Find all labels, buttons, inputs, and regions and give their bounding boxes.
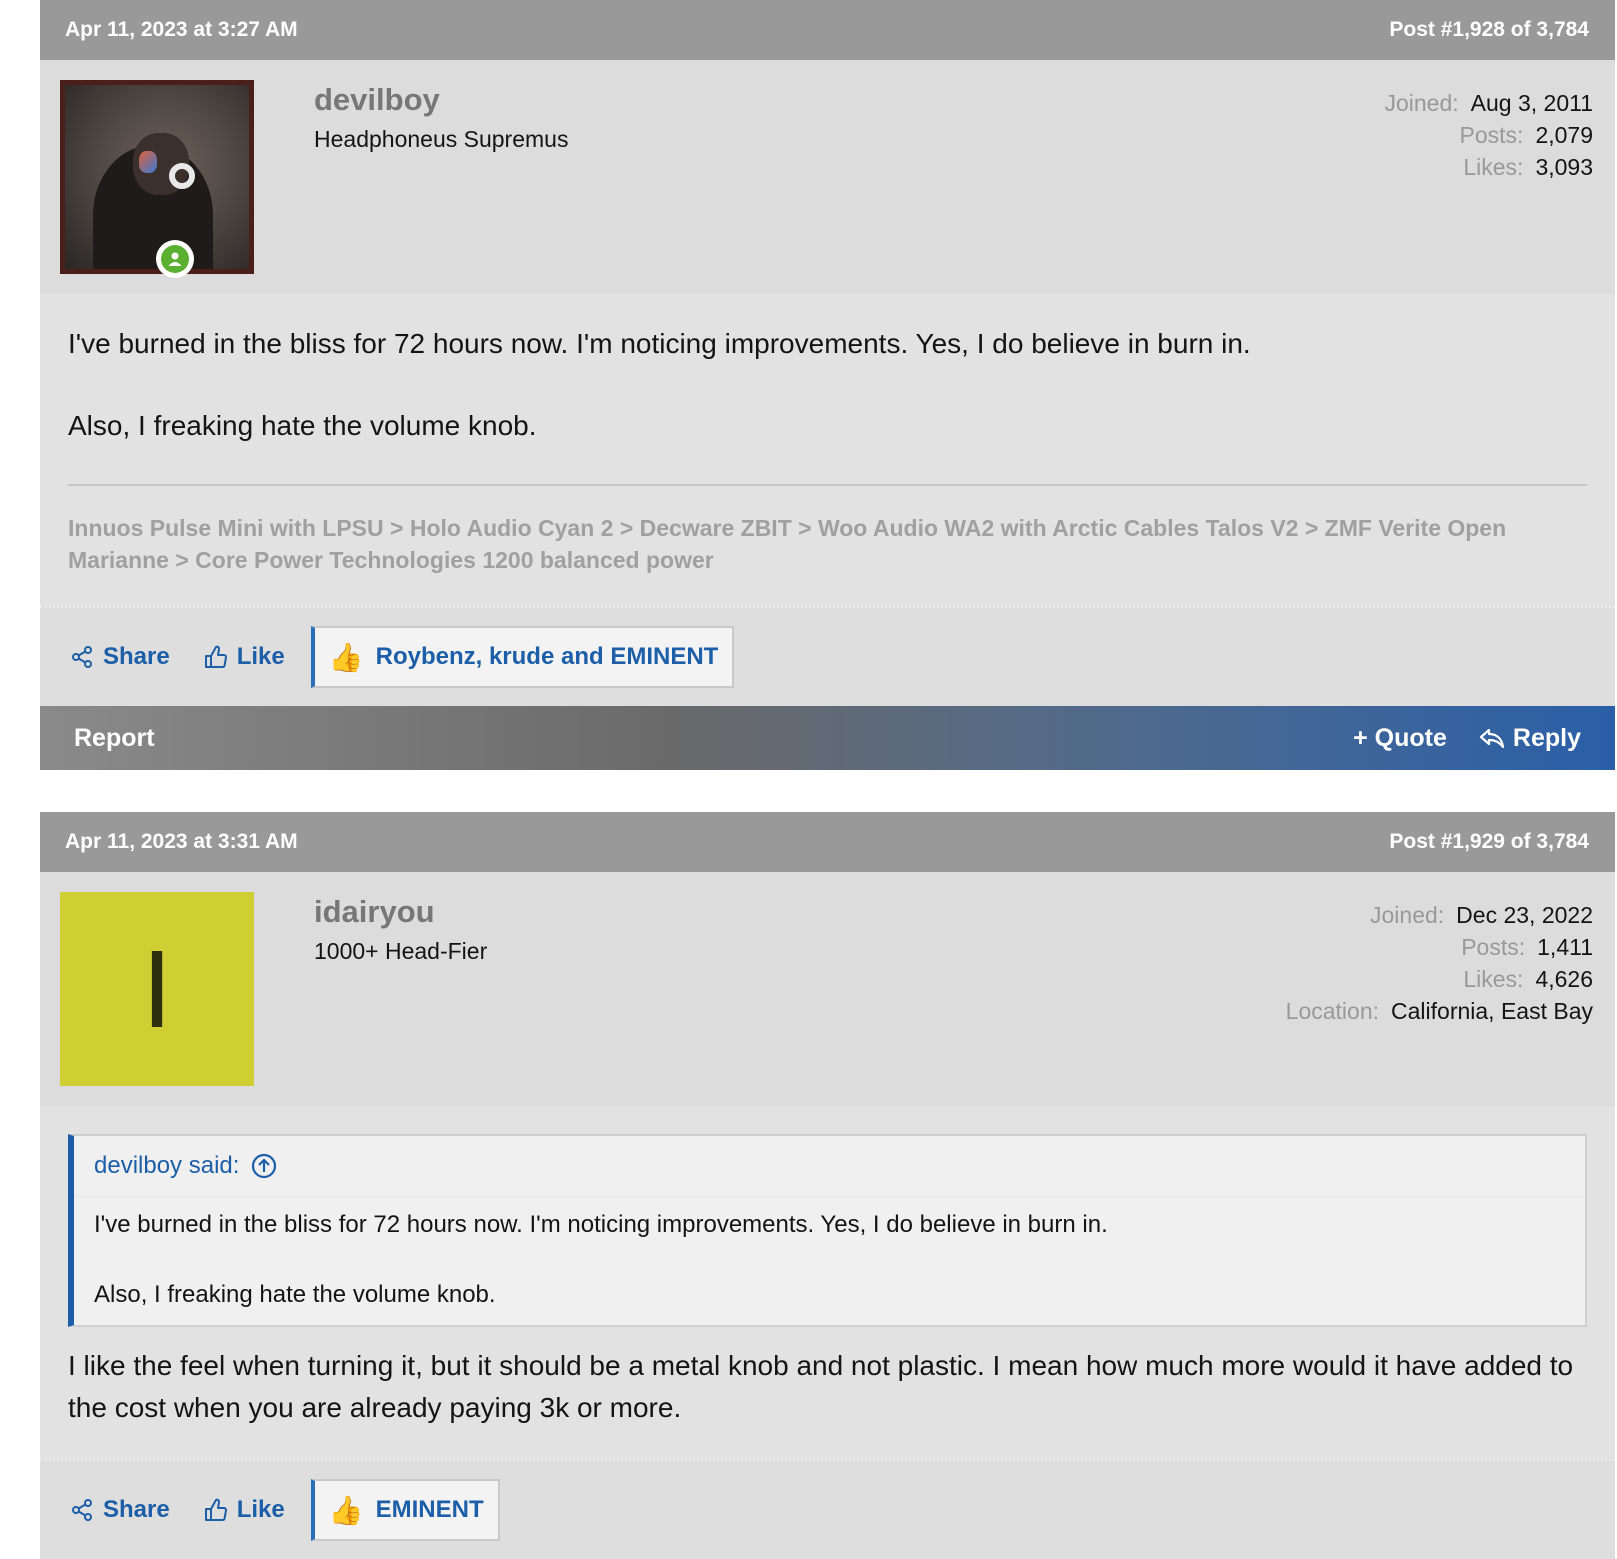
stat-label: Joined: — [1370, 902, 1445, 928]
stat-value[interactable]: 1,411 — [1537, 934, 1593, 960]
message-line: Also, I freaking hate the volume knob. — [68, 410, 537, 441]
stat-label: Location: — [1285, 998, 1380, 1024]
username[interactable]: idairyou — [314, 894, 435, 930]
quote-button[interactable]: + Quote — [1353, 724, 1447, 753]
post-date[interactable]: Apr 11, 2023 at 3:31 AM — [65, 830, 298, 854]
quote-block: devilboy said: I've burned in the bliss … — [68, 1134, 1587, 1327]
quote-author[interactable]: devilboy said: — [94, 1152, 239, 1180]
stat-value: California, East Bay — [1391, 998, 1593, 1024]
post-number[interactable]: Post #1,929 of 3,784 — [1389, 830, 1589, 854]
report-button[interactable]: Report — [74, 724, 155, 753]
stat-label: Likes: — [1463, 966, 1524, 992]
like-button[interactable]: Like — [204, 643, 285, 671]
like-icon — [204, 645, 227, 668]
post-1929: Apr 11, 2023 at 3:31 AM Post #1,929 of 3… — [40, 812, 1615, 1559]
post-body: I like the feel when turning it, but it … — [40, 1327, 1615, 1459]
post-date[interactable]: Apr 11, 2023 at 3:27 AM — [65, 18, 298, 42]
share-button[interactable]: Share — [70, 1496, 170, 1524]
share-label: Share — [103, 643, 170, 670]
stat-label: Joined: — [1384, 90, 1459, 116]
stat-value: Aug 3, 2011 — [1470, 90, 1593, 116]
reply-button[interactable]: Reply — [1479, 724, 1581, 753]
quote-header[interactable]: devilboy said: — [74, 1136, 1585, 1197]
post-body: I've burned in the bliss for 72 hours no… — [40, 294, 1615, 606]
reactions-users[interactable]: Roybenz, krude and EMINENT — [376, 643, 719, 671]
arrow-up-circle-icon[interactable] — [251, 1153, 277, 1179]
signature: Innuos Pulse Mini with LPSU > Holo Audio… — [68, 515, 1507, 573]
user-stats: Joined: Dec 23, 2022 Posts: 1,411 Likes: 4,… — [1286, 899, 1593, 1027]
like-icon — [204, 1498, 227, 1521]
share-button[interactable]: Share — [70, 643, 170, 671]
quote-line: I've burned in the bliss for 72 hours no… — [94, 1211, 1108, 1238]
stat-value: Dec 23, 2022 — [1456, 902, 1593, 928]
like-label: Like — [236, 1496, 285, 1523]
share-icon — [72, 646, 92, 668]
like-button[interactable]: Like — [204, 1496, 285, 1524]
post-actions: Share Like 👍 EMINENT — [40, 1459, 1615, 1559]
avatar[interactable] — [60, 80, 254, 274]
avatar[interactable]: I — [60, 892, 254, 1086]
username[interactable]: devilboy — [314, 82, 440, 118]
stat-label: Posts: — [1461, 934, 1526, 960]
thumbs-up-icon: 👍 — [328, 1494, 364, 1526]
reactions-users[interactable]: EMINENT — [376, 1496, 484, 1524]
reactions-list[interactable]: 👍 Roybenz, krude and EMINENT — [310, 626, 735, 688]
stat-value: 4,626 — [1535, 966, 1593, 992]
quote-content: I've burned in the bliss for 72 hours no… — [74, 1197, 1585, 1325]
quote-line: Also, I freaking hate the volume knob. — [94, 1281, 496, 1308]
post-number[interactable]: Post #1,928 of 3,784 — [1389, 18, 1589, 42]
message-line: I've burned in the bliss for 72 hours no… — [68, 328, 1251, 359]
share-icon — [72, 1499, 92, 1521]
reactions-list[interactable]: 👍 EMINENT — [310, 1479, 500, 1541]
stat-label: Likes: — [1463, 154, 1524, 180]
online-status-icon — [156, 240, 194, 278]
post-header: Apr 11, 2023 at 3:27 AM Post #1,928 of 3… — [40, 0, 1615, 60]
user-title: 1000+ Head-Fier — [314, 938, 488, 964]
stat-value[interactable]: 2,079 — [1535, 122, 1593, 148]
thumbs-up-icon: 👍 — [328, 641, 364, 673]
post-header: Apr 11, 2023 at 3:31 AM Post #1,929 of 3… — [40, 812, 1615, 872]
share-label: Share — [103, 1496, 170, 1523]
user-title: Headphoneus Supremus — [314, 126, 569, 152]
post-footer: Report + Quote Reply — [40, 706, 1615, 770]
message: I like the feel when turning it, but it … — [68, 1350, 1574, 1423]
signature-divider — [68, 484, 1587, 486]
user-info: devilboy Headphoneus Supremus Joined: Aug… — [40, 60, 1615, 294]
reply-label: Reply — [1512, 723, 1581, 752]
post-actions: Share Like 👍 Roybenz, krude and EMINENT — [40, 606, 1615, 706]
reply-icon — [1479, 728, 1505, 749]
user-info: I idairyou 1000+ Head-Fier Joined: Dec 23… — [40, 872, 1615, 1106]
user-stats: Joined: Aug 3, 2011 Posts: 2,079 Likes: 3,0… — [1384, 87, 1593, 183]
stat-label: Posts: — [1459, 122, 1524, 148]
stat-value: 3,093 — [1535, 154, 1593, 180]
post-1928: Apr 11, 2023 at 3:27 AM Post #1,928 of 3… — [40, 0, 1615, 770]
like-label: Like — [236, 643, 285, 670]
